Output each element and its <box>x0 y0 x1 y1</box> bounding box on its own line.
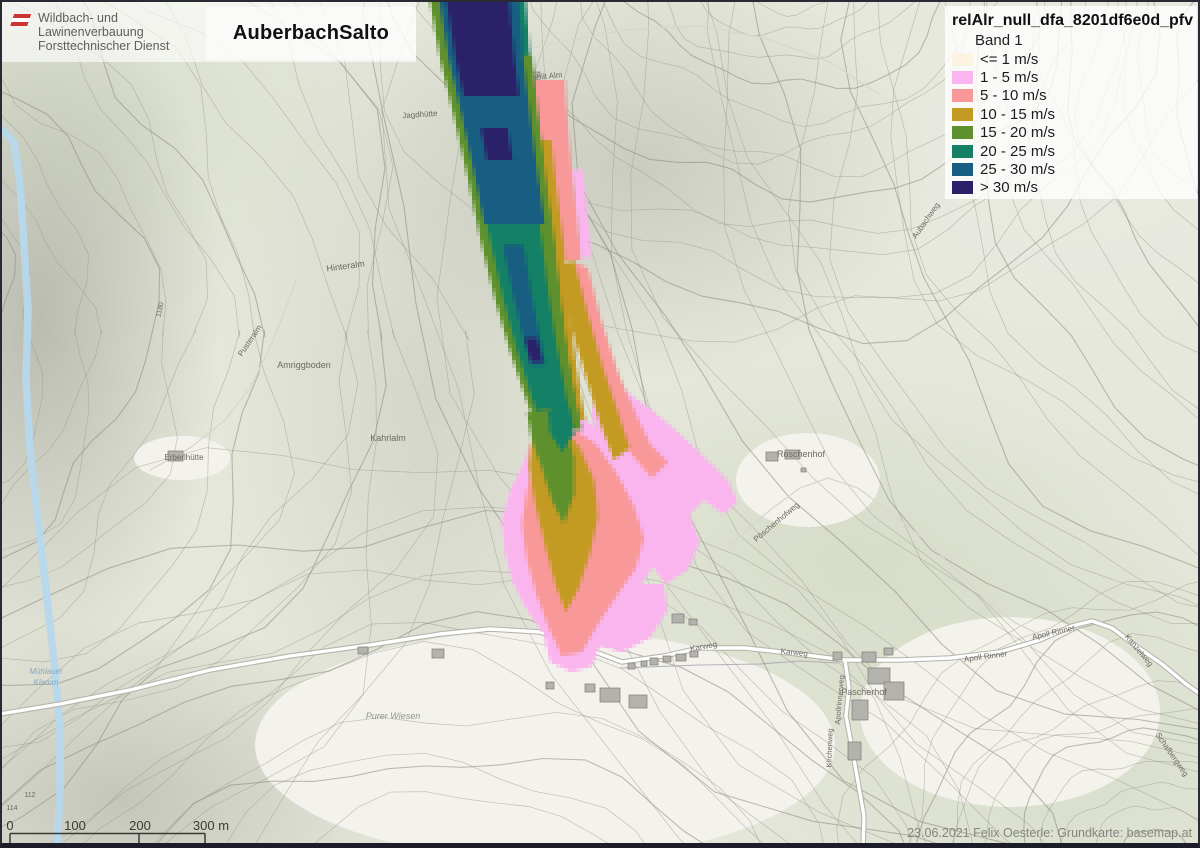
legend-swatch <box>952 71 973 84</box>
legend-swatch <box>952 145 973 158</box>
legend-label: <= 1 m/s <box>980 51 1038 68</box>
legend-label: > 30 m/s <box>980 179 1038 196</box>
map-attribution: 23.06.2021 Felix Oesterle: Grundkarte: b… <box>907 826 1192 840</box>
legend-label: 15 - 20 m/s <box>980 124 1055 141</box>
legend-item: 5 - 10 m/s <box>952 87 1197 105</box>
legend-item: 15 - 20 m/s <box>952 124 1197 142</box>
legend-swatch <box>952 126 973 139</box>
scalebar-label: 200 <box>129 818 151 833</box>
legend-item: 25 - 30 m/s <box>952 160 1197 178</box>
legend-label: 1 - 5 m/s <box>980 69 1038 86</box>
legend-label: 10 - 15 m/s <box>980 106 1055 123</box>
austria-flag-icon <box>10 14 31 27</box>
organization-name: Wildbach- und Lawinenverbauung Forsttech… <box>38 11 169 53</box>
scalebar-label: 0 <box>6 818 13 833</box>
org-line: Lawinenverbauung <box>38 25 169 39</box>
legend-items: <= 1 m/s1 - 5 m/s5 - 10 m/s 10 - 15 m/s15… <box>945 50 1197 197</box>
legend-label: 5 - 10 m/s <box>980 87 1047 104</box>
legend-item: 20 - 25 m/s <box>952 142 1197 160</box>
legend-swatch <box>952 163 973 176</box>
legend-band-label: Band 1 <box>975 32 1197 49</box>
map-export: Kublit AlmJagdhütteHinteralmPusteralmAmr… <box>0 0 1200 848</box>
legend-swatch <box>952 89 973 102</box>
legend-panel: relAlr_null_dfa_8201df6e0d_pfv Band 1 <=… <box>945 6 1197 199</box>
wlv-logo: Wildbach- und Lawinenverbauung Forsttech… <box>12 11 169 53</box>
legend-item: 1 - 5 m/s <box>952 68 1197 86</box>
legend-label: 20 - 25 m/s <box>980 143 1055 160</box>
legend-swatch <box>952 53 973 66</box>
legend-item: <= 1 m/s <box>952 50 1197 68</box>
legend-title: relAlr_null_dfa_8201df6e0d_pfv <box>952 12 1197 30</box>
legend-item: 10 - 15 m/s <box>952 105 1197 123</box>
legend-swatch <box>952 181 973 194</box>
page-title: AuberbachSalto <box>233 22 389 45</box>
legend-label: 25 - 30 m/s <box>980 161 1055 178</box>
scalebar-label: 300 m <box>193 818 229 833</box>
title-panel: AuberbachSalto <box>206 7 416 60</box>
legend-item: > 30 m/s <box>952 179 1197 197</box>
scale-bar: 0 100 200 300 m <box>0 805 260 848</box>
org-line: Wildbach- und <box>38 11 169 25</box>
scalebar-label: 100 <box>64 818 86 833</box>
legend-swatch <box>952 108 973 121</box>
org-line: Forsttechnischer Dienst <box>38 39 169 53</box>
